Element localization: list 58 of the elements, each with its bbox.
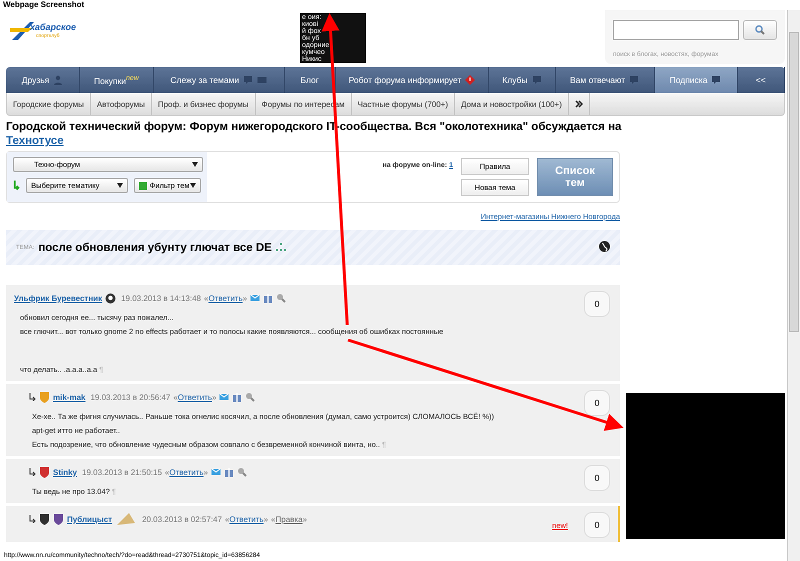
person-icon [53, 75, 64, 85]
speech-bubble-icon [243, 75, 254, 85]
bracket-mark: » [242, 294, 248, 302]
turn-arrow-icon [13, 180, 20, 192]
bracket-mark: « [224, 514, 230, 524]
warning-icon [465, 75, 476, 85]
sitemap-icon [276, 243, 286, 252]
forum-link[interactable]: Технотусе [6, 135, 64, 147]
post-action-link[interactable]: Правка [276, 514, 303, 524]
sub-tab[interactable]: Городские форумы [7, 93, 91, 115]
caret-icon [190, 183, 196, 188]
bracket-mark: » [204, 468, 208, 476]
post-date: 19.03.2013 в 21:50:15 [82, 468, 162, 476]
double-chevron-icon [574, 100, 583, 108]
post-action-link[interactable]: Ответить [208, 294, 243, 302]
sub-tab[interactable]: Проф. и бизнес форумы [152, 93, 256, 115]
magnifier-icon [276, 293, 286, 303]
bracket-mark: » [302, 514, 307, 524]
caret-icon [192, 162, 198, 167]
rating-counter[interactable]: 0 [584, 291, 610, 317]
rating-counter[interactable]: 0 [584, 390, 610, 416]
search-icon [755, 25, 765, 35]
scrollbar[interactable] [787, 10, 800, 561]
sub-tab[interactable]: Дома и новостройки (100+) [455, 93, 569, 115]
speech-bubble-icon [629, 75, 640, 85]
reply-arrow-icon [28, 468, 36, 476]
speech-bubble-icon [532, 75, 542, 85]
square-icon [138, 182, 147, 190]
author-link[interactable]: Ульфрик Буревестник [14, 294, 102, 302]
author-link[interactable]: mik-mak [53, 392, 86, 402]
sub-tab[interactable]: Автофорумы [90, 93, 152, 115]
reply-arrow-icon [28, 515, 36, 523]
bracket-mark: » [212, 392, 216, 402]
post-date: 19.03.2013 в 14:13:48 [121, 294, 201, 302]
bracket-mark: « [173, 392, 178, 402]
author-link[interactable]: Публицыст [67, 514, 112, 524]
caret-icon [116, 183, 123, 188]
bracket-mark: « [204, 294, 208, 302]
speech-bubble-icon [711, 75, 722, 85]
post-date: 20.03.2013 в 02:57:47 [142, 514, 222, 524]
bracket-mark: « [164, 468, 170, 476]
caption: Webpage Screenshot [2, 0, 86, 10]
post-action-link[interactable]: Ответить [169, 468, 204, 476]
search-field[interactable] [613, 20, 739, 40]
magnifier-icon [237, 467, 247, 477]
post-action-link[interactable]: Ответить [178, 392, 212, 402]
reply-arrow-icon [28, 393, 36, 401]
search-button[interactable] [743, 20, 777, 40]
rating-counter[interactable]: 0 [584, 512, 610, 538]
bracket-mark: « [271, 514, 276, 524]
rating-counter[interactable]: 0 [584, 465, 610, 491]
post-date: 19.03.2013 в 20:56:47 [90, 392, 170, 402]
bracket-mark: » [264, 514, 268, 524]
author-link[interactable]: Stinky [53, 468, 78, 476]
post-action-link[interactable]: Ответить [229, 514, 264, 524]
sub-tab[interactable]: Частные форумы (700+) [352, 93, 455, 115]
magnifier-icon [245, 392, 256, 402]
topic-title: после обновления убунту глючат все DE [38, 242, 272, 254]
